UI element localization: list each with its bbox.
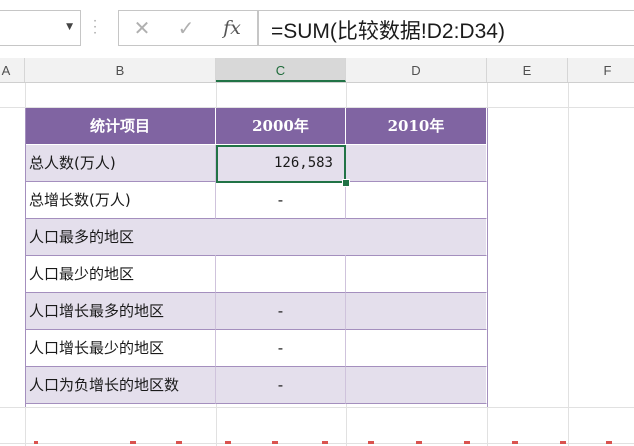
row-label[interactable]: 总人数(万人) <box>25 145 216 182</box>
value-cell-2000[interactable]: - <box>216 330 346 367</box>
table-row: 总增长数(万人) - <box>25 182 487 219</box>
insert-function-button[interactable]: fx <box>219 15 245 41</box>
formula-text: =SUM(比较数据!D2:D34) <box>271 20 505 43</box>
red-dash <box>464 441 470 444</box>
gridline <box>568 83 569 446</box>
table-border <box>487 108 488 407</box>
header-cell-2000[interactable]: 2000年 <box>216 108 346 145</box>
column-headers: A B C D E F <box>0 58 634 83</box>
column-header-d[interactable]: D <box>346 58 487 82</box>
red-dash <box>416 441 422 444</box>
row-label[interactable]: 人口增长最少的地区 <box>25 330 216 367</box>
row-label[interactable]: 人口最少的地区 <box>25 256 216 293</box>
formula-buttons: ✕ ✓ fx <box>118 10 258 46</box>
red-dash <box>512 441 518 444</box>
value-cell-2010[interactable] <box>346 330 487 367</box>
table-row: 人口为负增长的地区数 - <box>25 367 487 404</box>
value-cell-2000[interactable] <box>216 256 346 293</box>
formula-input[interactable]: =SUM(比较数据!D2:D34) <box>258 10 634 46</box>
value-cell-2010[interactable] <box>346 293 487 330</box>
red-dash <box>225 441 231 444</box>
row-label[interactable]: 人口为负增长的地区数 <box>25 367 216 404</box>
gridline <box>0 407 634 408</box>
chevron-down-icon[interactable]: ▼ <box>66 22 73 32</box>
name-box[interactable]: ▼ <box>0 10 81 46</box>
header-cell-item[interactable]: 统计项目 <box>25 108 216 145</box>
red-dash <box>176 441 182 444</box>
value-cell-2000[interactable]: - <box>216 367 346 404</box>
drag-handle-icon[interactable]: · · · <box>93 15 97 39</box>
column-header-c[interactable]: C <box>216 58 346 82</box>
table-row: 人口增长最多的地区 - <box>25 293 487 330</box>
formula-bar: ▼ · · · ✕ ✓ fx =SUM(比较数据!D2:D34) <box>0 0 634 59</box>
fill-handle[interactable] <box>342 179 350 187</box>
value-cell-2000[interactable]: - <box>216 182 346 219</box>
table-row: 总人数(万人) 126,583 <box>25 145 487 182</box>
red-dash <box>606 441 612 444</box>
column-header-a[interactable]: A <box>0 58 25 82</box>
value-cell-2000[interactable]: - <box>216 293 346 330</box>
row-label[interactable]: 人口增长最多的地区 <box>25 293 216 330</box>
red-dash <box>272 441 278 444</box>
table-row: 人口最少的地区 <box>25 256 487 293</box>
row-label[interactable]: 人口最多的地区 <box>25 219 216 256</box>
table-row: 人口最多的地区 <box>25 219 487 256</box>
red-dash <box>322 441 328 444</box>
value-cell-2000[interactable] <box>216 219 346 256</box>
red-dash <box>34 441 38 444</box>
header-cell-2010[interactable]: 2010年 <box>346 108 487 145</box>
close-icon[interactable]: ✕ <box>129 15 155 41</box>
column-header-e[interactable]: E <box>487 58 568 82</box>
column-header-b[interactable]: B <box>25 58 216 82</box>
table-row: 人口增长最少的地区 - <box>25 330 487 367</box>
value-cell-2010[interactable] <box>346 367 487 404</box>
column-header-f[interactable]: F <box>568 58 634 82</box>
value-cell-2010[interactable] <box>346 219 487 256</box>
row-label[interactable]: 总增长数(万人) <box>25 182 216 219</box>
value-cell-2010[interactable] <box>346 182 487 219</box>
check-icon[interactable]: ✓ <box>173 15 199 41</box>
red-dash <box>130 441 136 444</box>
table-border <box>25 108 26 407</box>
red-dash-decoration <box>34 441 612 444</box>
value-cell-2010[interactable] <box>346 256 487 293</box>
value-cell-2010[interactable] <box>346 145 487 182</box>
table-header-row: 统计项目 2000年 2010年 <box>25 108 487 145</box>
red-dash <box>560 441 566 444</box>
value-cell-2000[interactable]: 126,583 <box>216 145 346 182</box>
red-dash <box>368 441 374 444</box>
